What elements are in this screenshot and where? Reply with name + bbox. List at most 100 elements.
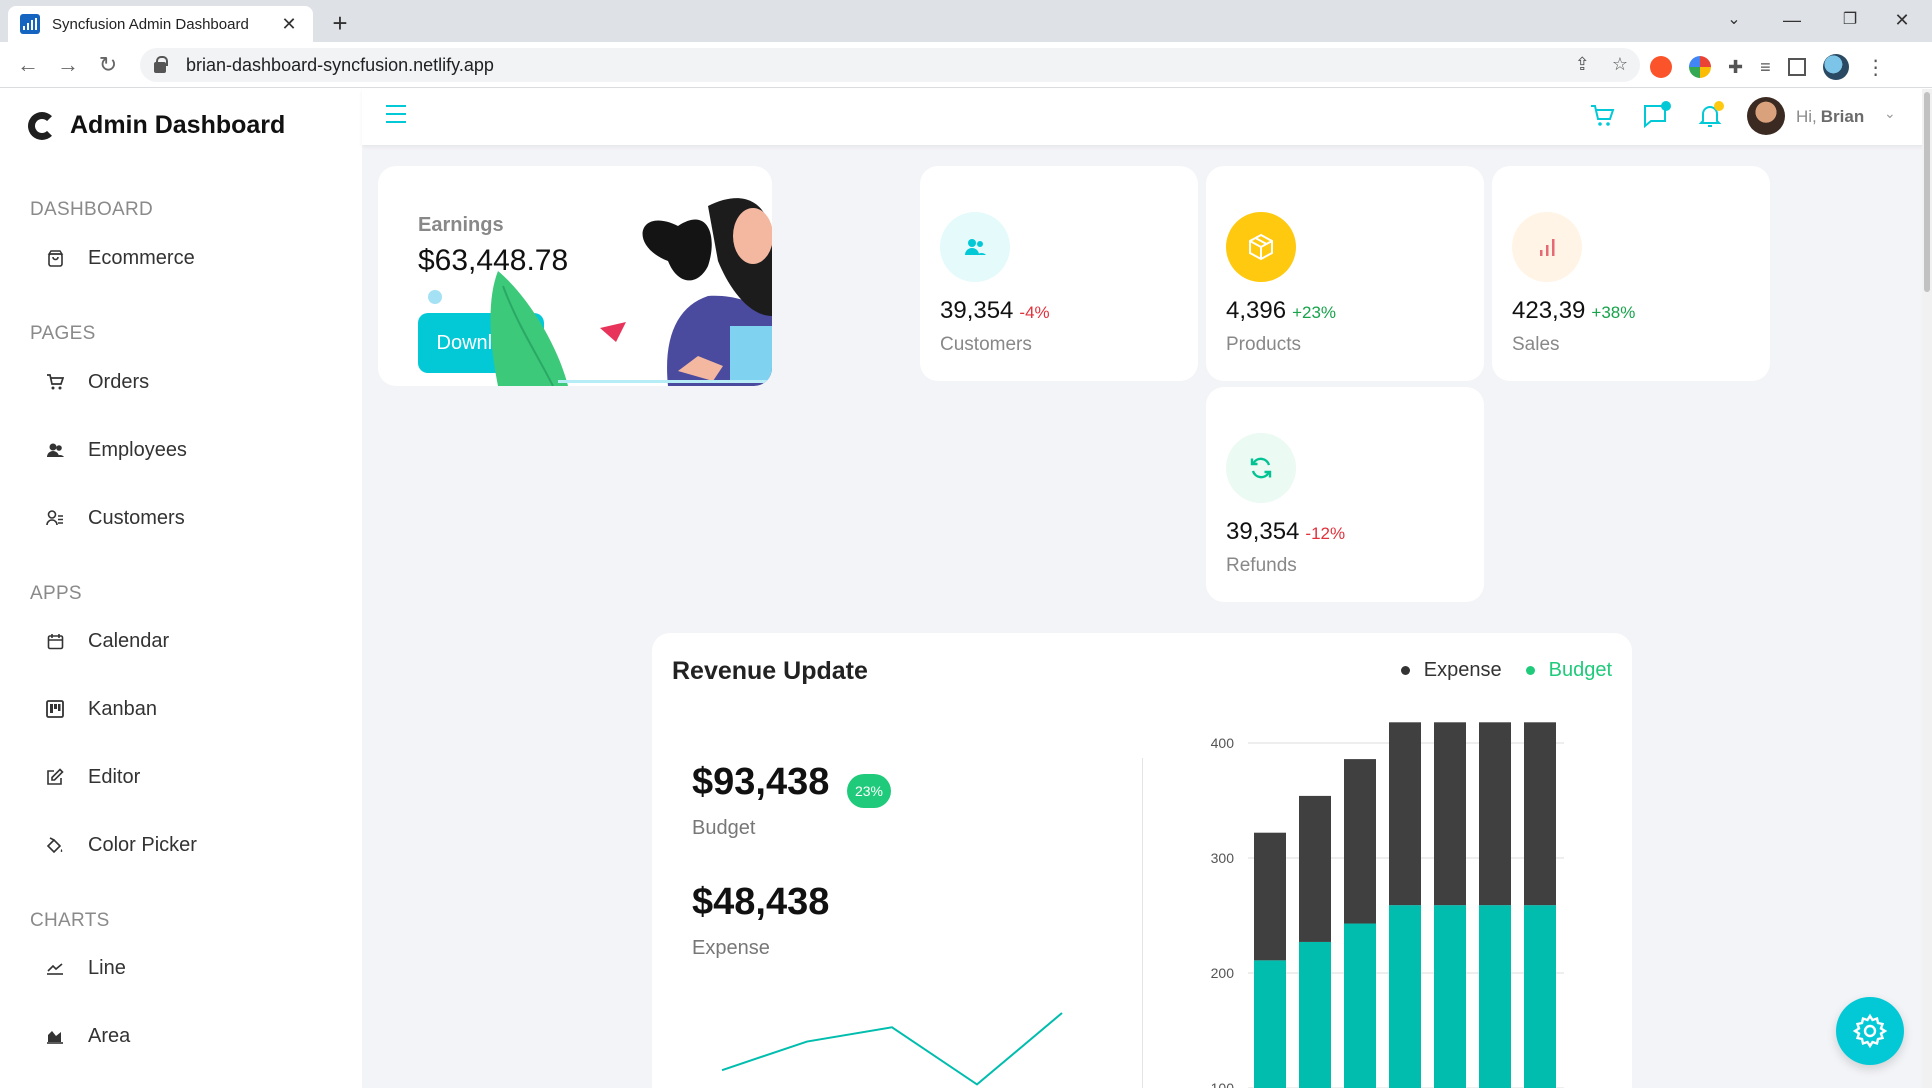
stat-label: Sales	[1512, 334, 1560, 355]
notifications-button[interactable]	[1694, 100, 1726, 132]
favicon-icon	[20, 14, 40, 34]
app-logo[interactable]: Admin Dashboard	[28, 111, 285, 140]
bar-expense[interactable]	[1479, 722, 1511, 906]
bookmark-star-icon[interactable]: ☆	[1612, 54, 1628, 75]
share-icon[interactable]: ⇪	[1575, 54, 1590, 75]
stat-value: 39,354 -12%	[1226, 518, 1345, 546]
page-scrollbar[interactable]	[1922, 89, 1932, 1088]
sidebar-item-kanban[interactable]: Kanban	[46, 692, 157, 726]
revenue-card: Revenue Update Expense Budget $93,438 23…	[652, 633, 1632, 1088]
bar-budget[interactable]	[1389, 905, 1421, 1088]
cart-button[interactable]	[1586, 100, 1618, 132]
budget-percent-badge: 23%	[847, 774, 891, 808]
sidebar-item-label: Line	[88, 956, 126, 979]
cart-icon	[46, 373, 64, 391]
bar-budget[interactable]	[1299, 941, 1331, 1088]
bar-expense[interactable]	[1524, 722, 1556, 906]
revenue-title: Revenue Update	[672, 657, 868, 685]
sidebar-item-label: Customers	[88, 506, 185, 529]
browser-tab[interactable]: Syncfusion Admin Dashboard ✕	[8, 6, 313, 42]
legend-label: Expense	[1423, 659, 1502, 681]
bar-expense[interactable]	[1299, 795, 1331, 942]
forward-button[interactable]: →	[54, 51, 82, 79]
card-divider	[1142, 758, 1143, 1088]
bar-budget[interactable]	[1479, 905, 1511, 1088]
bar-budget[interactable]	[1344, 923, 1376, 1088]
stat-icon-bg[interactable]	[1512, 212, 1582, 282]
side-panel-icon[interactable]	[1787, 58, 1806, 76]
sidebar-item-editor[interactable]: Editor	[46, 760, 140, 794]
budget-sparkline	[721, 1012, 1063, 1086]
sidebar-item-area[interactable]: Area	[46, 1019, 130, 1053]
people-icon	[46, 441, 64, 459]
earnings-label: Earnings	[418, 214, 504, 236]
chat-notification-dot	[1661, 101, 1671, 111]
stat-card-refunds: 39,354 -12% Refunds	[1206, 387, 1484, 602]
browser-menu-icon[interactable]: ⋮	[1866, 55, 1886, 80]
bar-expense[interactable]	[1434, 722, 1466, 906]
back-button[interactable]: ←	[14, 51, 42, 79]
sidebar-item-customers[interactable]: Customers	[46, 501, 185, 535]
bar-expense[interactable]	[1254, 832, 1286, 961]
bar-budget[interactable]	[1434, 905, 1466, 1088]
kanban-icon	[46, 700, 64, 718]
sidebar-item-ecommerce[interactable]: Ecommerce	[46, 241, 195, 275]
sidebar-item-label: Employees	[88, 438, 187, 461]
extensions-puzzle-icon[interactable]: ✚	[1728, 57, 1743, 78]
stat-icon-bg[interactable]	[1226, 212, 1296, 282]
box-icon	[1249, 233, 1273, 261]
close-window-button[interactable]: ✕	[1880, 4, 1924, 36]
bar-budget[interactable]	[1524, 905, 1556, 1088]
brave-shield-icon[interactable]	[1650, 56, 1672, 78]
address-bar[interactable]: brian-dashboard-syncfusion.netlify.app ⇪…	[140, 48, 1640, 82]
bar-expense[interactable]	[1344, 759, 1376, 924]
stat-value: 423,39 +38%	[1512, 297, 1635, 325]
stat-percent: -12%	[1305, 524, 1346, 543]
new-tab-button[interactable]: +	[325, 8, 355, 38]
profile-avatar[interactable]	[1822, 54, 1849, 80]
download-button[interactable]: Download	[418, 313, 544, 373]
stat-label: Refunds	[1226, 555, 1297, 576]
budget-label: Budget	[692, 817, 756, 839]
sidebar-item-calendar[interactable]: Calendar	[46, 624, 169, 658]
bar-budget[interactable]	[1254, 960, 1286, 1088]
chat-button[interactable]	[1640, 100, 1672, 132]
y-tick-label: 300	[1211, 850, 1235, 866]
cart-icon	[1591, 105, 1615, 126]
sidebar-item-orders[interactable]: Orders	[46, 365, 149, 399]
bar-expense[interactable]	[1389, 722, 1421, 906]
close-tab-icon[interactable]: ✕	[277, 14, 301, 35]
stat-card-sales: 423,39 +38% Sales	[1492, 166, 1770, 381]
stat-number: 39,354	[940, 297, 1014, 324]
settings-button[interactable]	[1836, 997, 1904, 1065]
chevron-down-icon[interactable]: ⌄	[1884, 105, 1896, 122]
expense-label: Expense	[692, 937, 770, 959]
stat-icon-bg[interactable]	[940, 212, 1010, 282]
scrollbar-thumb[interactable]	[1924, 92, 1930, 292]
sidebar-item-line[interactable]: Line	[46, 951, 126, 985]
avatar[interactable]	[1747, 97, 1785, 135]
stat-icon-bg[interactable]	[1226, 433, 1296, 503]
top-navbar: Hi, Brian ⌄	[362, 89, 1932, 145]
sidebar-item-employees[interactable]: Employees	[46, 433, 187, 467]
stat-label: Customers	[940, 334, 1032, 355]
sidebar-item-label: Ecommerce	[88, 246, 195, 269]
restore-button[interactable]: ❐	[1828, 4, 1872, 36]
sidebar-item-label: Kanban	[88, 697, 157, 720]
legend-budget[interactable]: Budget	[1525, 659, 1612, 682]
sidebar-item-label: Calendar	[88, 629, 170, 652]
sidebar: Admin Dashboard DASHBOARD Ecommerce PAGE…	[0, 89, 362, 1088]
tab-search-icon[interactable]: ⌄	[1712, 4, 1756, 36]
menu-toggle-icon[interactable]	[386, 105, 406, 123]
line-chart-icon	[46, 959, 64, 977]
color-extension-icon[interactable]	[1689, 56, 1711, 78]
bag-icon	[46, 249, 64, 267]
minimize-button[interactable]: —	[1770, 4, 1814, 36]
user-greeting[interactable]: Hi, Brian	[1796, 107, 1864, 127]
reload-button[interactable]: ↻	[94, 51, 122, 79]
legend-label: Budget	[1548, 659, 1612, 681]
legend-expense[interactable]: Expense	[1400, 659, 1502, 682]
user-name: Brian	[1820, 107, 1865, 126]
reading-list-icon[interactable]: ≡	[1760, 57, 1771, 78]
sidebar-item-color-picker[interactable]: Color Picker	[46, 828, 197, 862]
